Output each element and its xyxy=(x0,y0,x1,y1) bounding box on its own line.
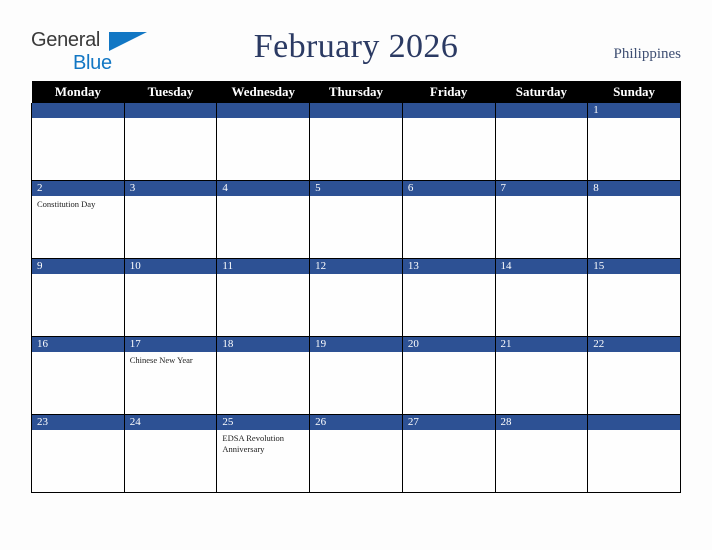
day-number: 3 xyxy=(124,181,217,196)
calendar-day-cell[interactable]: 24 xyxy=(123,414,218,493)
day-number xyxy=(402,103,495,118)
calendar-empty-cell[interactable] xyxy=(123,103,218,181)
calendar-day-cell[interactable]: 11 xyxy=(216,258,311,337)
calendar-empty-cell[interactable] xyxy=(587,414,681,493)
calendar-empty-cell[interactable] xyxy=(309,103,403,181)
day-events: Constitution Day xyxy=(32,196,124,210)
weekday-header-monday: Monday xyxy=(31,81,125,103)
weekday-header-wednesday: Wednesday xyxy=(216,81,310,103)
calendar-week-row: 23 24 25 EDSA Revolution Anniversary 26 27 28 xyxy=(31,414,681,493)
calendar-day-cell[interactable]: 9 xyxy=(31,258,125,337)
calendar-week-row: 1 xyxy=(31,103,681,181)
calendar-day-cell[interactable]: 28 xyxy=(494,414,589,493)
weekday-header-sunday: Sunday xyxy=(587,81,681,103)
day-number: 25 xyxy=(217,415,310,430)
calendar-day-cell[interactable]: 14 xyxy=(494,258,589,337)
weekday-header-thursday: Thursday xyxy=(309,81,403,103)
day-number: 11 xyxy=(217,259,310,274)
weekday-header-tuesday: Tuesday xyxy=(124,81,217,103)
weekday-header-row: Monday Tuesday Wednesday Thursday Friday… xyxy=(31,81,681,103)
day-number: 8 xyxy=(588,181,680,196)
day-number: 5 xyxy=(310,181,402,196)
weekday-header-saturday: Saturday xyxy=(495,81,588,103)
page-header: General Blue February 2026 Philippines xyxy=(0,0,712,78)
calendar-week-row: 2 Constitution Day 3 4 5 6 7 8 xyxy=(31,180,681,259)
day-number: 14 xyxy=(495,259,588,274)
day-number xyxy=(495,103,588,118)
calendar-table: Monday Tuesday Wednesday Thursday Friday… xyxy=(31,81,681,493)
day-number xyxy=(217,103,310,118)
calendar-day-cell[interactable]: 18 xyxy=(216,336,311,415)
calendar-day-cell[interactable]: 1 xyxy=(587,103,681,181)
calendar-header-row: Monday Tuesday Wednesday Thursday Friday… xyxy=(31,81,681,103)
day-number: 16 xyxy=(32,337,124,352)
calendar-day-cell[interactable]: 17 Chinese New Year xyxy=(123,336,218,415)
day-events: EDSA Revolution Anniversary xyxy=(217,430,309,456)
day-number xyxy=(310,103,402,118)
calendar-day-cell[interactable]: 12 xyxy=(309,258,403,337)
day-number: 13 xyxy=(402,259,495,274)
day-number: 6 xyxy=(402,181,495,196)
calendar-day-cell[interactable]: 25 EDSA Revolution Anniversary xyxy=(216,414,311,493)
calendar-day-cell[interactable]: 23 xyxy=(31,414,125,493)
day-number: 1 xyxy=(588,103,680,118)
calendar-day-cell[interactable]: 7 xyxy=(494,180,589,259)
day-number xyxy=(32,103,124,118)
calendar-day-cell[interactable]: 19 xyxy=(309,336,403,415)
calendar-empty-cell[interactable] xyxy=(31,103,125,181)
holiday-label: Constitution Day xyxy=(37,199,96,209)
calendar-day-cell[interactable]: 13 xyxy=(401,258,496,337)
calendar-body: 1 2 Constitution Day 3 4 5 6 7 8 9 10 11 12 13 14 15 16 1… xyxy=(31,103,681,493)
page-title: February 2026 xyxy=(253,28,459,65)
calendar-day-cell[interactable]: 27 xyxy=(401,414,496,493)
day-number: 28 xyxy=(495,415,588,430)
calendar-empty-cell[interactable] xyxy=(401,103,496,181)
calendar-day-cell[interactable]: 5 xyxy=(309,180,403,259)
day-number: 23 xyxy=(32,415,124,430)
day-number: 15 xyxy=(588,259,680,274)
weekday-header-friday: Friday xyxy=(402,81,496,103)
calendar-day-cell[interactable]: 3 xyxy=(123,180,218,259)
calendar-day-cell[interactable]: 15 xyxy=(587,258,681,337)
day-events: Chinese New Year xyxy=(125,352,217,366)
day-number: 9 xyxy=(32,259,124,274)
calendar-day-cell[interactable]: 20 xyxy=(401,336,496,415)
day-number: 2 xyxy=(32,181,124,196)
day-number: 10 xyxy=(124,259,217,274)
day-number: 27 xyxy=(402,415,495,430)
day-number: 19 xyxy=(310,337,402,352)
calendar-week-row: 9 10 11 12 13 14 15 xyxy=(31,258,681,337)
day-number: 20 xyxy=(402,337,495,352)
calendar-day-cell[interactable]: 10 xyxy=(123,258,218,337)
day-number: 4 xyxy=(217,181,310,196)
holiday-label: EDSA Revolution Anniversary xyxy=(222,433,285,455)
day-number: 21 xyxy=(495,337,588,352)
calendar-week-row: 16 17 Chinese New Year 18 19 20 21 22 xyxy=(31,336,681,415)
day-number: 17 xyxy=(124,337,217,352)
calendar-day-cell[interactable]: 4 xyxy=(216,180,311,259)
calendar-day-cell[interactable]: 26 xyxy=(309,414,403,493)
country-label: Philippines xyxy=(613,46,681,62)
calendar-empty-cell[interactable] xyxy=(494,103,589,181)
day-number: 26 xyxy=(310,415,402,430)
calendar-day-cell[interactable]: 6 xyxy=(401,180,496,259)
day-number: 7 xyxy=(495,181,588,196)
calendar-day-cell[interactable]: 16 xyxy=(31,336,125,415)
calendar-day-cell[interactable]: 2 Constitution Day xyxy=(31,180,125,259)
holiday-label: Chinese New Year xyxy=(129,355,193,365)
calendar-day-cell[interactable]: 21 xyxy=(494,336,589,415)
day-number xyxy=(124,103,217,118)
day-number: 12 xyxy=(310,259,402,274)
day-number: 18 xyxy=(217,337,310,352)
calendar-day-cell[interactable]: 8 xyxy=(587,180,681,259)
day-number: 22 xyxy=(588,337,680,352)
calendar-empty-cell[interactable] xyxy=(216,103,311,181)
day-number xyxy=(588,415,680,430)
day-number: 24 xyxy=(124,415,217,430)
calendar-day-cell[interactable]: 22 xyxy=(587,336,681,415)
